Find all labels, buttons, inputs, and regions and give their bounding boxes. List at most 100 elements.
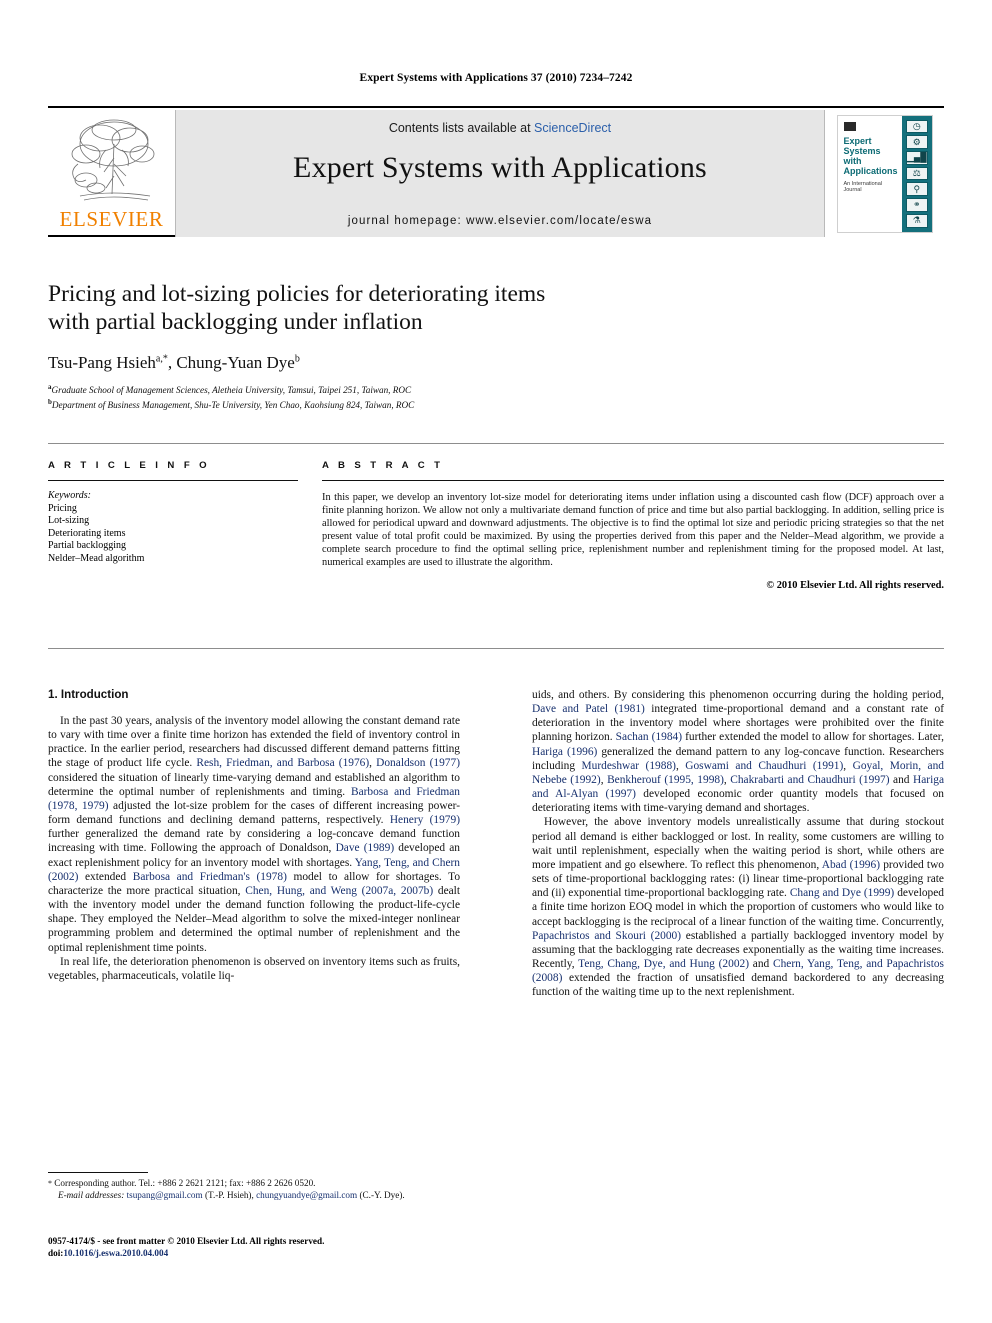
cover-title-line-1: Expert	[843, 135, 872, 146]
flask-icon: ⚗	[905, 213, 928, 228]
article-info-heading: A R T I C L E I N F O	[48, 460, 211, 471]
journal-cover-thumbnail: Expert Systems with Applications An Inte…	[824, 110, 944, 237]
clock-icon: ◷	[905, 119, 928, 134]
citation-link[interactable]: Sachan (1984)	[616, 731, 682, 743]
bar-chart-icon: ▁▄█	[905, 150, 928, 165]
elsevier-tree-icon	[71, 119, 154, 201]
text-run: In real life, the deterioration phenomen…	[48, 955, 460, 982]
citation-link[interactable]: Abad (1996)	[822, 859, 880, 871]
journal-masthead: ELSEVIER Contents lists available at Sci…	[48, 106, 944, 237]
keyword-item: Lot-sizing	[48, 515, 90, 527]
keywords-block: Keywords: Pricing Lot-sizing Deteriorati…	[48, 490, 298, 566]
article-info-column: A R T I C L E I N F O Keywords: Pricing …	[48, 460, 298, 566]
email-owner-2: (C.-Y. Dye).	[357, 1189, 405, 1200]
text-run: extended the fraction of unsatisfied dem…	[532, 972, 944, 999]
running-head: Expert Systems with Applications 37 (201…	[359, 72, 633, 84]
citation-link[interactable]: Dave and Patel (1981)	[532, 703, 645, 715]
cover-title-line-2: Systems	[843, 145, 881, 156]
author-2-sup: b	[294, 353, 300, 365]
cover-title-line-4: Applications	[843, 165, 898, 176]
paragraph: However, the above inventory models unre…	[532, 815, 944, 999]
contents-available-line: Contents lists available at ScienceDirec…	[389, 121, 611, 135]
article-title: Pricing and lot-sizing policies for dete…	[48, 280, 748, 336]
journal-homepage[interactable]: journal homepage: www.elsevier.com/locat…	[176, 215, 824, 227]
text-run: and	[889, 773, 914, 786]
keyword-item: Pricing	[48, 502, 77, 514]
citation-link[interactable]: Murdeshwar (1988)	[582, 760, 676, 772]
abstract-text: In this paper, we develop an inventory l…	[322, 492, 944, 569]
elsevier-logo: ELSEVIER	[48, 110, 176, 237]
citation-link[interactable]: Chang and Dye (1999)	[790, 887, 894, 899]
citation-link[interactable]: Dave (1989)	[336, 842, 395, 854]
imprint-line: 0957-4174/$ - see front matter © 2010 El…	[48, 1236, 325, 1246]
text-run: ,	[675, 759, 686, 772]
citation-link[interactable]: Chakrabarti and Chaudhuri (1997)	[730, 774, 889, 786]
cover-subtitle: An International Journal	[843, 180, 883, 194]
scales-icon: ⚖	[905, 166, 928, 181]
email-link-1[interactable]: tsupang@gmail.com	[127, 1190, 203, 1200]
microscope-icon: ⚲	[905, 182, 928, 197]
gear-icon: ⚙	[905, 135, 928, 149]
contents-prefix: Contents lists available at	[388, 121, 535, 135]
email-note: E-mail addresses: tsupang@gmail.com (T.-…	[48, 1190, 460, 1202]
network-icon: ⚭	[905, 198, 928, 212]
keywords-label: Keywords:	[48, 490, 91, 501]
body-column-right: uids, and others. By considering this ph…	[532, 688, 944, 999]
keyword-item: Deteriorating items	[48, 527, 126, 539]
author-1: Tsu-Pang Hsieh	[48, 353, 156, 372]
email-link-2[interactable]: chungyuandye@gmail.com	[256, 1190, 357, 1200]
keyword-item: Partial backlogging	[48, 540, 127, 552]
cover-title-line-3: with	[843, 155, 862, 166]
sciencedirect-link[interactable]: ScienceDirect	[534, 121, 611, 135]
abstract-rule	[322, 480, 944, 481]
author-2: , Chung-Yuan Dye	[167, 353, 295, 372]
paper-page: Expert Systems with Applications 37 (201…	[0, 0, 992, 1323]
affiliation-b: bDepartment of Business Management, Shu-…	[48, 397, 748, 412]
citation-link[interactable]: Goswami and Chaudhuri (1991)	[685, 760, 843, 772]
citation-link[interactable]: Donaldson (1977)	[376, 757, 460, 769]
affiliation-a-text: Graduate School of Management Sciences, …	[51, 385, 412, 396]
affiliation-a: aGraduate School of Management Sciences,…	[48, 382, 748, 397]
section-heading-introduction: 1. Introduction	[48, 688, 129, 701]
title-block: Pricing and lot-sizing policies for dete…	[48, 280, 748, 411]
citation-link[interactable]: Resh, Friedman, and Barbosa (1976)	[196, 757, 369, 769]
footnote-divider	[48, 1172, 148, 1173]
elsevier-wordmark: ELSEVIER	[59, 207, 164, 231]
doi-link[interactable]: 10.1016/j.eswa.2010.04.004	[63, 1248, 168, 1258]
article-title-line-1: Pricing and lot-sizing policies for dete…	[48, 281, 546, 307]
journal-title: Expert Systems with Applications	[293, 151, 707, 184]
email-addresses-label: E-mail addresses:	[58, 1189, 125, 1200]
author-list: Tsu-Pang Hsieha,*, Chung-Yuan Dyeb	[48, 353, 748, 373]
author-1-sup: a,*	[155, 353, 168, 365]
citation-link[interactable]: Barbosa and Friedman's (1978)	[133, 871, 287, 883]
article-title-line-2: with partial backlogging under inflation	[48, 309, 423, 335]
article-info-rule	[48, 480, 298, 481]
footnote-block: * Corresponding author. Tel.: +886 2 262…	[48, 1178, 460, 1201]
citation-link[interactable]: Teng, Chang, Dye, and Hung (2002)	[578, 958, 749, 970]
text-run: ,	[843, 759, 853, 772]
citation-link[interactable]: Papachristos and Skouri (2000)	[532, 930, 681, 942]
doi-label: doi:	[48, 1247, 64, 1258]
imprint-block: 0957-4174/$ - see front matter © 2010 El…	[48, 1236, 460, 1259]
masthead-center: Contents lists available at ScienceDirec…	[176, 110, 824, 237]
cover-left-panel: Expert Systems with Applications An Inte…	[837, 115, 903, 232]
paragraph: In the past 30 years, analysis of the in…	[48, 714, 460, 955]
info-bottom-divider	[48, 648, 944, 649]
text-run: extended	[78, 870, 133, 883]
doi-line: doi:10.1016/j.eswa.2010.04.004	[48, 1248, 460, 1260]
cover-logo-icon	[843, 121, 856, 131]
affiliations: aGraduate School of Management Sciences,…	[48, 382, 748, 411]
citation-link[interactable]: Benkherouf (1995, 1998)	[607, 774, 724, 786]
cover-icon-strip: ◷ ⚙ ▁▄█ ⚖ ⚲ ⚭ ⚗	[902, 115, 932, 232]
paragraph: In real life, the deterioration phenomen…	[48, 955, 460, 983]
paragraph: uids, and others. By considering this ph…	[532, 688, 944, 815]
corresponding-author-text: Corresponding author. Tel.: +886 2 2621 …	[52, 1178, 316, 1188]
info-top-divider	[48, 443, 944, 444]
text-run: and	[749, 957, 773, 970]
citation-link[interactable]: Henery (1979)	[390, 814, 460, 826]
abstract-column: A B S T R A C T In this paper, we develo…	[322, 460, 944, 591]
citation-link[interactable]: Hariga (1996)	[532, 746, 597, 758]
citation-link[interactable]: Chen, Hung, and Weng (2007a, 2007b)	[245, 885, 433, 897]
abstract-heading: A B S T R A C T	[322, 460, 444, 471]
body-column-left: 1. Introduction In the past 30 years, an…	[48, 688, 460, 983]
